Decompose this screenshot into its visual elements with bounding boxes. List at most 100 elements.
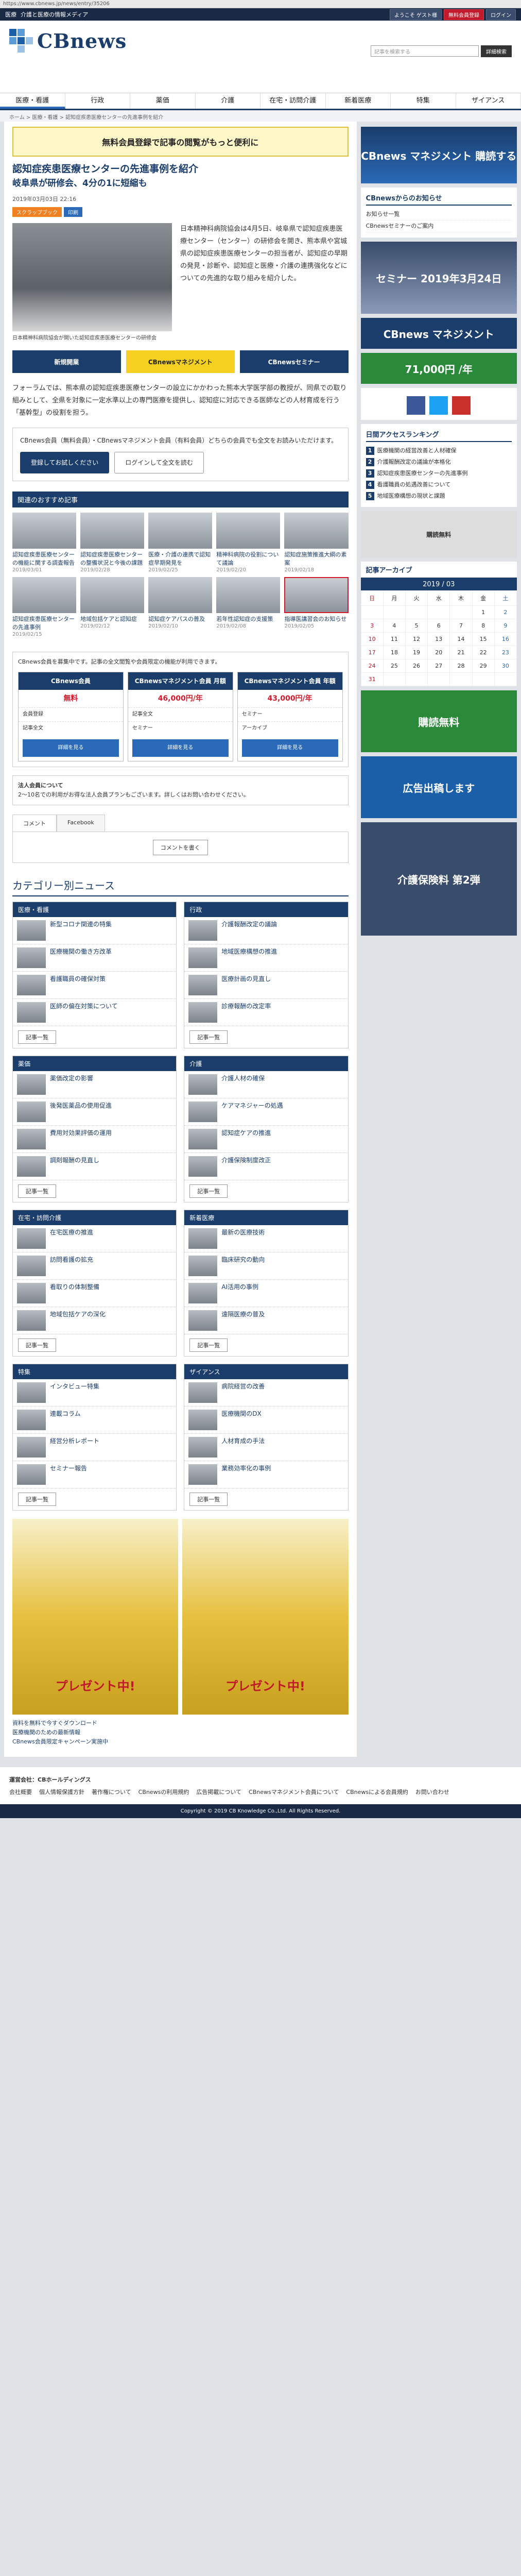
- category-item[interactable]: 介護保険制度改正: [184, 1153, 348, 1180]
- calendar-day[interactable]: 21: [449, 646, 473, 659]
- more-button[interactable]: 記事一覧: [18, 1493, 56, 1506]
- calendar-day[interactable]: 7: [449, 619, 473, 633]
- category-item[interactable]: インタビュー特集: [13, 1379, 177, 1406]
- calendar-day[interactable]: 31: [360, 672, 384, 686]
- calendar-day[interactable]: 22: [472, 646, 495, 659]
- category-header[interactable]: 医療・看護: [13, 902, 177, 917]
- calendar-day[interactable]: 13: [427, 632, 450, 646]
- calendar-day[interactable]: 24: [360, 659, 384, 673]
- recommend-item[interactable]: 認知症疾患医療センターの整備状況と今後の課題 2019/02/28: [80, 513, 145, 573]
- category-item[interactable]: 病院経営の改善: [184, 1379, 348, 1406]
- nav-item[interactable]: 薬価: [130, 93, 196, 109]
- calendar-day[interactable]: 25: [383, 659, 406, 673]
- rank-item[interactable]: 2 介護報酬改定の議論が本格化: [366, 456, 512, 468]
- facebook-icon[interactable]: [407, 396, 426, 415]
- category-item[interactable]: 薬価改定の影響: [13, 1071, 177, 1098]
- footer-link[interactable]: CBnewsによる会員規約: [346, 1788, 408, 1796]
- calendar-day[interactable]: 2: [494, 605, 517, 619]
- footer-link[interactable]: 会社概要: [9, 1788, 32, 1796]
- sidebar-ad[interactable]: 広告出稿します: [360, 756, 517, 818]
- more-button[interactable]: 記事一覧: [18, 1030, 56, 1044]
- calendar-day[interactable]: 27: [427, 659, 450, 673]
- sidebar-ad[interactable]: 購読無料: [360, 690, 517, 752]
- category-item[interactable]: 連載コラム: [13, 1406, 177, 1434]
- calendar-day[interactable]: 16: [494, 632, 517, 646]
- calendar-day[interactable]: 4: [383, 619, 406, 633]
- calendar-day[interactable]: 18: [383, 646, 406, 659]
- nav-item[interactable]: 医療・看護: [0, 93, 65, 109]
- category-item[interactable]: 介護報酬改定の議論: [184, 917, 348, 944]
- calendar-day[interactable]: 17: [360, 646, 384, 659]
- promo-banner[interactable]: CBnewsセミナー: [239, 350, 349, 373]
- notice-item[interactable]: CBnewsセミナーのご案内: [366, 221, 512, 232]
- footer-link[interactable]: CBnewsの利用規約: [138, 1788, 189, 1796]
- login-button[interactable]: ログイン: [486, 9, 516, 20]
- category-item[interactable]: 地域医療構想の推進: [184, 944, 348, 972]
- category-item[interactable]: セミナー報告: [13, 1461, 177, 1488]
- print-button[interactable]: 印刷: [64, 207, 82, 217]
- ad-link[interactable]: 医療機関のための最新情報: [12, 1728, 349, 1737]
- calendar-day[interactable]: 3: [360, 619, 384, 633]
- category-item[interactable]: 医療機関の働き方改革: [13, 944, 177, 972]
- calendar-day[interactable]: 28: [449, 659, 473, 673]
- advanced-search-button[interactable]: 詳細検索: [481, 45, 512, 57]
- calendar-day[interactable]: 9: [494, 619, 517, 633]
- more-button[interactable]: 記事一覧: [18, 1338, 56, 1352]
- footer-link[interactable]: 著作権について: [92, 1788, 131, 1796]
- nav-item[interactable]: 特集: [391, 93, 456, 109]
- calendar-day[interactable]: 11: [383, 632, 406, 646]
- ad-banner[interactable]: プレゼント中!: [182, 1519, 349, 1715]
- more-button[interactable]: 記事一覧: [18, 1184, 56, 1198]
- category-header[interactable]: 特集: [13, 1364, 177, 1379]
- register-button[interactable]: 無料会員登録: [444, 9, 484, 20]
- more-button[interactable]: 記事一覧: [189, 1338, 228, 1352]
- calendar-day[interactable]: 30: [494, 659, 517, 673]
- calendar-day[interactable]: 29: [472, 659, 495, 673]
- calendar-day[interactable]: 8: [472, 619, 495, 633]
- nav-item[interactable]: 新着医療: [326, 93, 391, 109]
- category-item[interactable]: ケアマネジャーの処遇: [184, 1098, 348, 1126]
- nav-item[interactable]: 介護: [196, 93, 260, 109]
- mgmt-ad[interactable]: CBnews マネジメント: [360, 318, 517, 349]
- recommend-item[interactable]: 認知症疾患医療センターの機能に関する調査報告 2019/03/01: [12, 513, 77, 573]
- recommend-item[interactable]: 医療・介護の連携で認知症早期発見を 2019/02/25: [148, 513, 213, 573]
- category-item[interactable]: 経営分析レポート: [13, 1434, 177, 1461]
- recommend-item[interactable]: 認知症施策推進大綱の素案 2019/02/18: [284, 513, 349, 573]
- search-input[interactable]: 記事を検索する: [371, 45, 479, 57]
- category-header[interactable]: 薬価: [13, 1056, 177, 1071]
- recommend-item[interactable]: 精神科病院の役割について議論 2019/02/20: [216, 513, 281, 573]
- write-comment-button[interactable]: コメントを書く: [152, 839, 208, 855]
- promo-banner[interactable]: 新規開業: [12, 350, 121, 373]
- calendar-month[interactable]: 2019 / 03: [360, 579, 517, 590]
- sidebar-ad[interactable]: 介護保険料 第2弾: [360, 822, 517, 936]
- seminar-ad[interactable]: セミナー 2019年3月24日: [360, 242, 517, 314]
- recommend-item[interactable]: 地域包括ケアと認知症 2019/02/12: [80, 577, 145, 637]
- category-header[interactable]: 在宅・訪問介護: [13, 1210, 177, 1225]
- login-read-button[interactable]: ログインして全文を読む: [114, 452, 204, 473]
- recommend-item[interactable]: 若年性認知症の支援策 2019/02/08: [216, 577, 281, 637]
- calendar-day[interactable]: 20: [427, 646, 450, 659]
- more-button[interactable]: 記事一覧: [189, 1030, 228, 1044]
- category-item[interactable]: 医療計画の見直し: [184, 972, 348, 999]
- ad-link[interactable]: CBnews会員限定キャンペーン実施中: [12, 1737, 349, 1747]
- category-item[interactable]: 人材育成の手法: [184, 1434, 348, 1461]
- ad-banner[interactable]: プレゼント中!: [12, 1519, 179, 1715]
- footer-link[interactable]: お問い合わせ: [415, 1788, 449, 1796]
- calendar-day[interactable]: 12: [405, 632, 428, 646]
- twitter-icon[interactable]: [429, 396, 448, 415]
- category-item[interactable]: 調剤報酬の見直し: [13, 1153, 177, 1180]
- rank-item[interactable]: 4 看護職員の処遇改善について: [366, 479, 512, 490]
- category-item[interactable]: 看取りの体制整備: [13, 1280, 177, 1307]
- rank-item[interactable]: 5 地域医療構想の現状と課題: [366, 490, 512, 502]
- category-header[interactable]: ザイアンス: [184, 1364, 348, 1379]
- category-item[interactable]: 地域包括ケアの深化: [13, 1307, 177, 1334]
- footer-link[interactable]: CBnewsマネジメント会員について: [249, 1788, 339, 1796]
- plan-detail-button[interactable]: 詳細を見る: [241, 739, 338, 757]
- calendar-day[interactable]: 1: [472, 605, 495, 619]
- notice-item[interactable]: お知らせ一覧: [366, 209, 512, 221]
- ad-link[interactable]: 資料を無料で今すぐダウンロード: [12, 1719, 349, 1728]
- nav-item[interactable]: ザイアンス: [456, 93, 521, 109]
- calendar-day[interactable]: 23: [494, 646, 517, 659]
- category-header[interactable]: 介護: [184, 1056, 348, 1071]
- nav-item[interactable]: 在宅・訪問介護: [260, 93, 326, 109]
